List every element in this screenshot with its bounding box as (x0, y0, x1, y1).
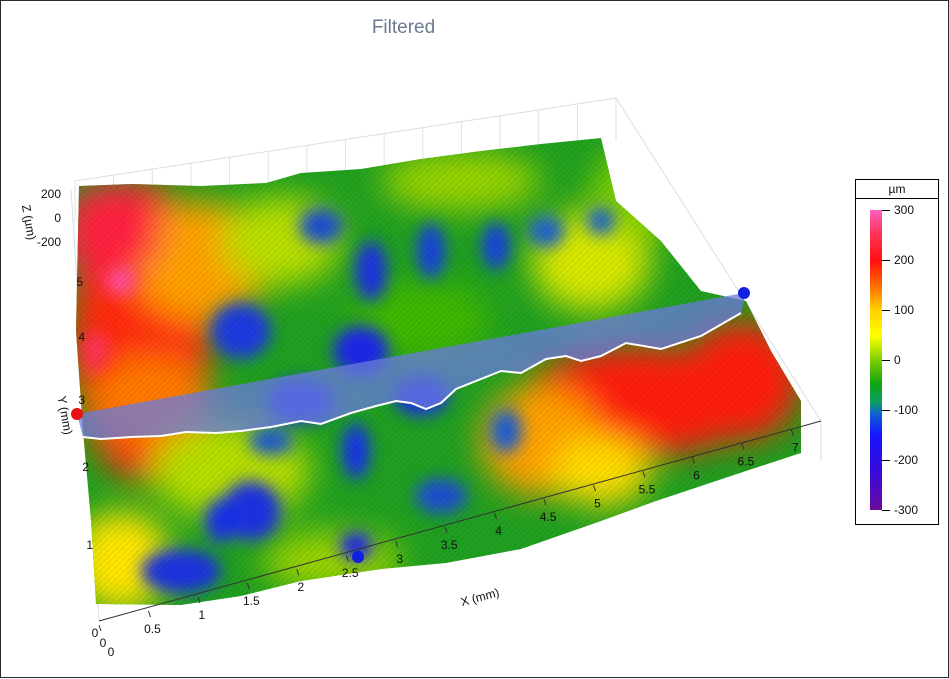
legend-tick-mark (882, 510, 890, 511)
y-tick-label: 1 (86, 538, 93, 552)
x-tick-mark (147, 610, 151, 618)
legend-tick-label: 200 (894, 253, 915, 267)
x-tick-label-zero: 0 (108, 645, 115, 659)
legend-tick-label: -300 (894, 503, 919, 517)
y-tick-label: 3 (78, 393, 85, 407)
x-tick-label: 6 (693, 468, 700, 482)
legend-tick-mark (882, 360, 890, 361)
y-tick-label: 2 (82, 460, 89, 474)
y-tick-label: 0 (92, 626, 99, 640)
surface-plot[interactable]: 0 0.5 1 1.5 2 2.5 3 3.5 4 4.5 5 5.5 6 6.5 7 X (mm) 1 2 3 4… (1, 1, 949, 679)
z-axis-label: Z (µm) (19, 204, 39, 241)
x-tick-label: 0 (100, 636, 107, 650)
x-tick-label: 2 (297, 580, 304, 594)
z-axis: 200 0 -200Z (µm) (19, 187, 61, 249)
surface-point-marker[interactable] (352, 551, 364, 563)
x-tick-label: 3 (396, 552, 403, 566)
legend-tick-label: 300 (894, 203, 915, 217)
x-tick-label: 6.5 (738, 454, 755, 468)
x-tick-label: 7 (792, 440, 799, 454)
z-tick-label: 0 (54, 211, 61, 225)
legend-tick-label: -200 (894, 453, 919, 467)
legend-tick-mark (882, 260, 890, 261)
legend-unit: µm (856, 180, 938, 199)
legend-tick-mark (882, 310, 890, 311)
y-tick-label: 5 (76, 275, 83, 289)
y-tick-label: 4 (78, 330, 85, 344)
profile-end-marker[interactable] (738, 287, 750, 299)
x-tick-label: 5 (594, 496, 601, 510)
x-tick-label: 1.5 (243, 594, 260, 608)
legend-tick-mark (882, 410, 890, 411)
x-tick-mark (98, 624, 102, 632)
x-tick-label: 4 (495, 524, 502, 538)
z-tick-label: 200 (41, 187, 61, 201)
x-tick-label: 0.5 (144, 622, 161, 636)
legend-color-bar (870, 210, 882, 510)
color-legend: µm 300 200 100 0 -100 -200 -300 (855, 179, 939, 525)
legend-tick-label: 100 (894, 303, 915, 317)
z-tick-label: -200 (37, 235, 61, 249)
x-axis-label: X (mm) (459, 585, 501, 609)
x-tick-label: 3.5 (441, 538, 458, 552)
y-axis-label: Y (mm) (55, 395, 76, 436)
legend-tick-mark (882, 210, 890, 211)
legend-tick-mark (882, 460, 890, 461)
x-tick-label: 5.5 (639, 482, 656, 496)
legend-tick-label: 0 (894, 353, 901, 367)
x-tick-label: 4.5 (540, 510, 557, 524)
x-tick-label: 1 (199, 608, 206, 622)
chart-frame: Filtered 0 0.5 1 1.5 2 2.5 3 3.5 4 4.5 5… (0, 0, 949, 678)
x-tick-label: 2.5 (342, 566, 359, 580)
legend-tick-label: -100 (894, 403, 919, 417)
